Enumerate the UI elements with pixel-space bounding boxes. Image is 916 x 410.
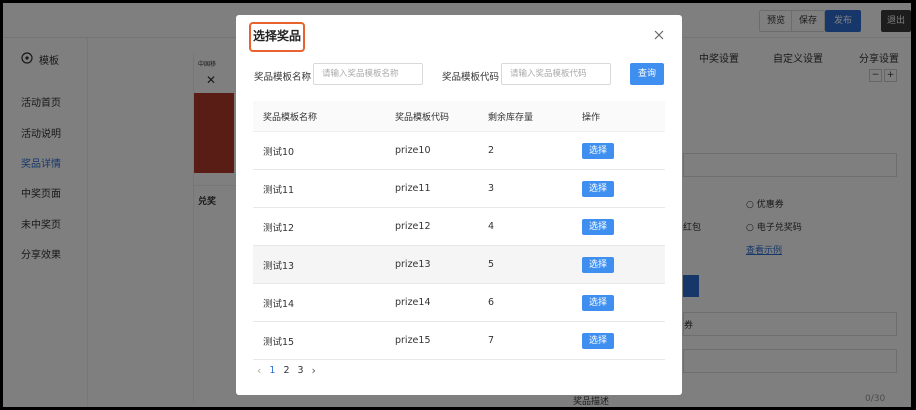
select-button[interactable]: 选择 (582, 256, 615, 273)
prev-page-icon[interactable]: ‹ (257, 364, 261, 377)
cell-code: prize13 (385, 245, 478, 284)
cell-name: 测试13 (253, 245, 385, 284)
pagination: ‹ 1 2 3 › (257, 364, 316, 377)
cell-code: prize10 (385, 131, 478, 170)
template-code-input[interactable]: 请输入奖品模板代码 (501, 63, 611, 85)
cell-code: prize15 (385, 321, 478, 360)
cell-name: 测试14 (253, 283, 385, 322)
select-button[interactable]: 选择 (582, 294, 615, 311)
col-code-header: 奖品模板代码 (385, 101, 478, 132)
cell-stock: 2 (478, 131, 572, 170)
col-stock-header: 剩余库存量 (478, 101, 572, 132)
next-page-icon[interactable]: › (312, 364, 316, 377)
table-row: 测试11 prize11 3 选择 (253, 169, 665, 208)
page-3[interactable]: 3 (298, 365, 304, 376)
table-row: 测试15 prize15 7 选择 (253, 321, 665, 360)
cell-code: prize14 (385, 283, 478, 322)
cell-code: prize11 (385, 169, 478, 208)
cell-stock: 5 (478, 245, 572, 284)
col-action-header: 操作 (572, 101, 665, 132)
page-1[interactable]: 1 (269, 365, 275, 376)
table-row: 测试12 prize12 4 选择 (253, 207, 665, 246)
select-button[interactable]: 选择 (582, 180, 615, 197)
cell-name: 测试15 (253, 321, 385, 360)
table-row: 测试14 prize14 6 选择 (253, 283, 665, 322)
cell-stock: 4 (478, 207, 572, 246)
table-row: 测试10 prize10 2 选择 (253, 131, 665, 170)
close-icon[interactable] (652, 28, 666, 42)
cell-stock: 3 (478, 169, 572, 208)
cell-code: prize12 (385, 207, 478, 246)
col-name-header: 奖品模板名称 (253, 101, 385, 132)
template-name-input[interactable]: 请输入奖品模板名称 (313, 63, 423, 85)
table-header: 奖品模板名称 奖品模板代码 剩余库存量 操作 (253, 101, 665, 132)
cell-name: 测试11 (253, 169, 385, 208)
table-row: 测试13 prize13 5 选择 (253, 245, 665, 284)
select-button[interactable]: 选择 (582, 142, 615, 159)
cell-stock: 7 (478, 321, 572, 360)
app-frame: 预览 保存 发布 退出 模板 活动首页 活动说明 奖品详情 中奖页面 未中奖页 … (3, 3, 911, 407)
cell-name: 测试12 (253, 207, 385, 246)
cell-stock: 6 (478, 283, 572, 322)
cell-name: 测试10 (253, 131, 385, 170)
prize-table: 奖品模板名称 奖品模板代码 剩余库存量 操作 测试10 prize10 2 选择… (253, 101, 665, 360)
modal-title: 选择奖品 (253, 29, 302, 43)
select-button[interactable]: 选择 (582, 332, 615, 349)
template-code-label: 奖品模板代码 (442, 72, 500, 83)
page-2[interactable]: 2 (283, 365, 289, 376)
template-name-label: 奖品模板名称 (254, 72, 312, 83)
query-button[interactable]: 查询 (630, 63, 664, 85)
select-prize-modal: 选择奖品 奖品模板名称 请输入奖品模板名称 奖品模板代码 请输入奖品模板代码 查… (236, 15, 682, 395)
select-button[interactable]: 选择 (582, 218, 615, 235)
